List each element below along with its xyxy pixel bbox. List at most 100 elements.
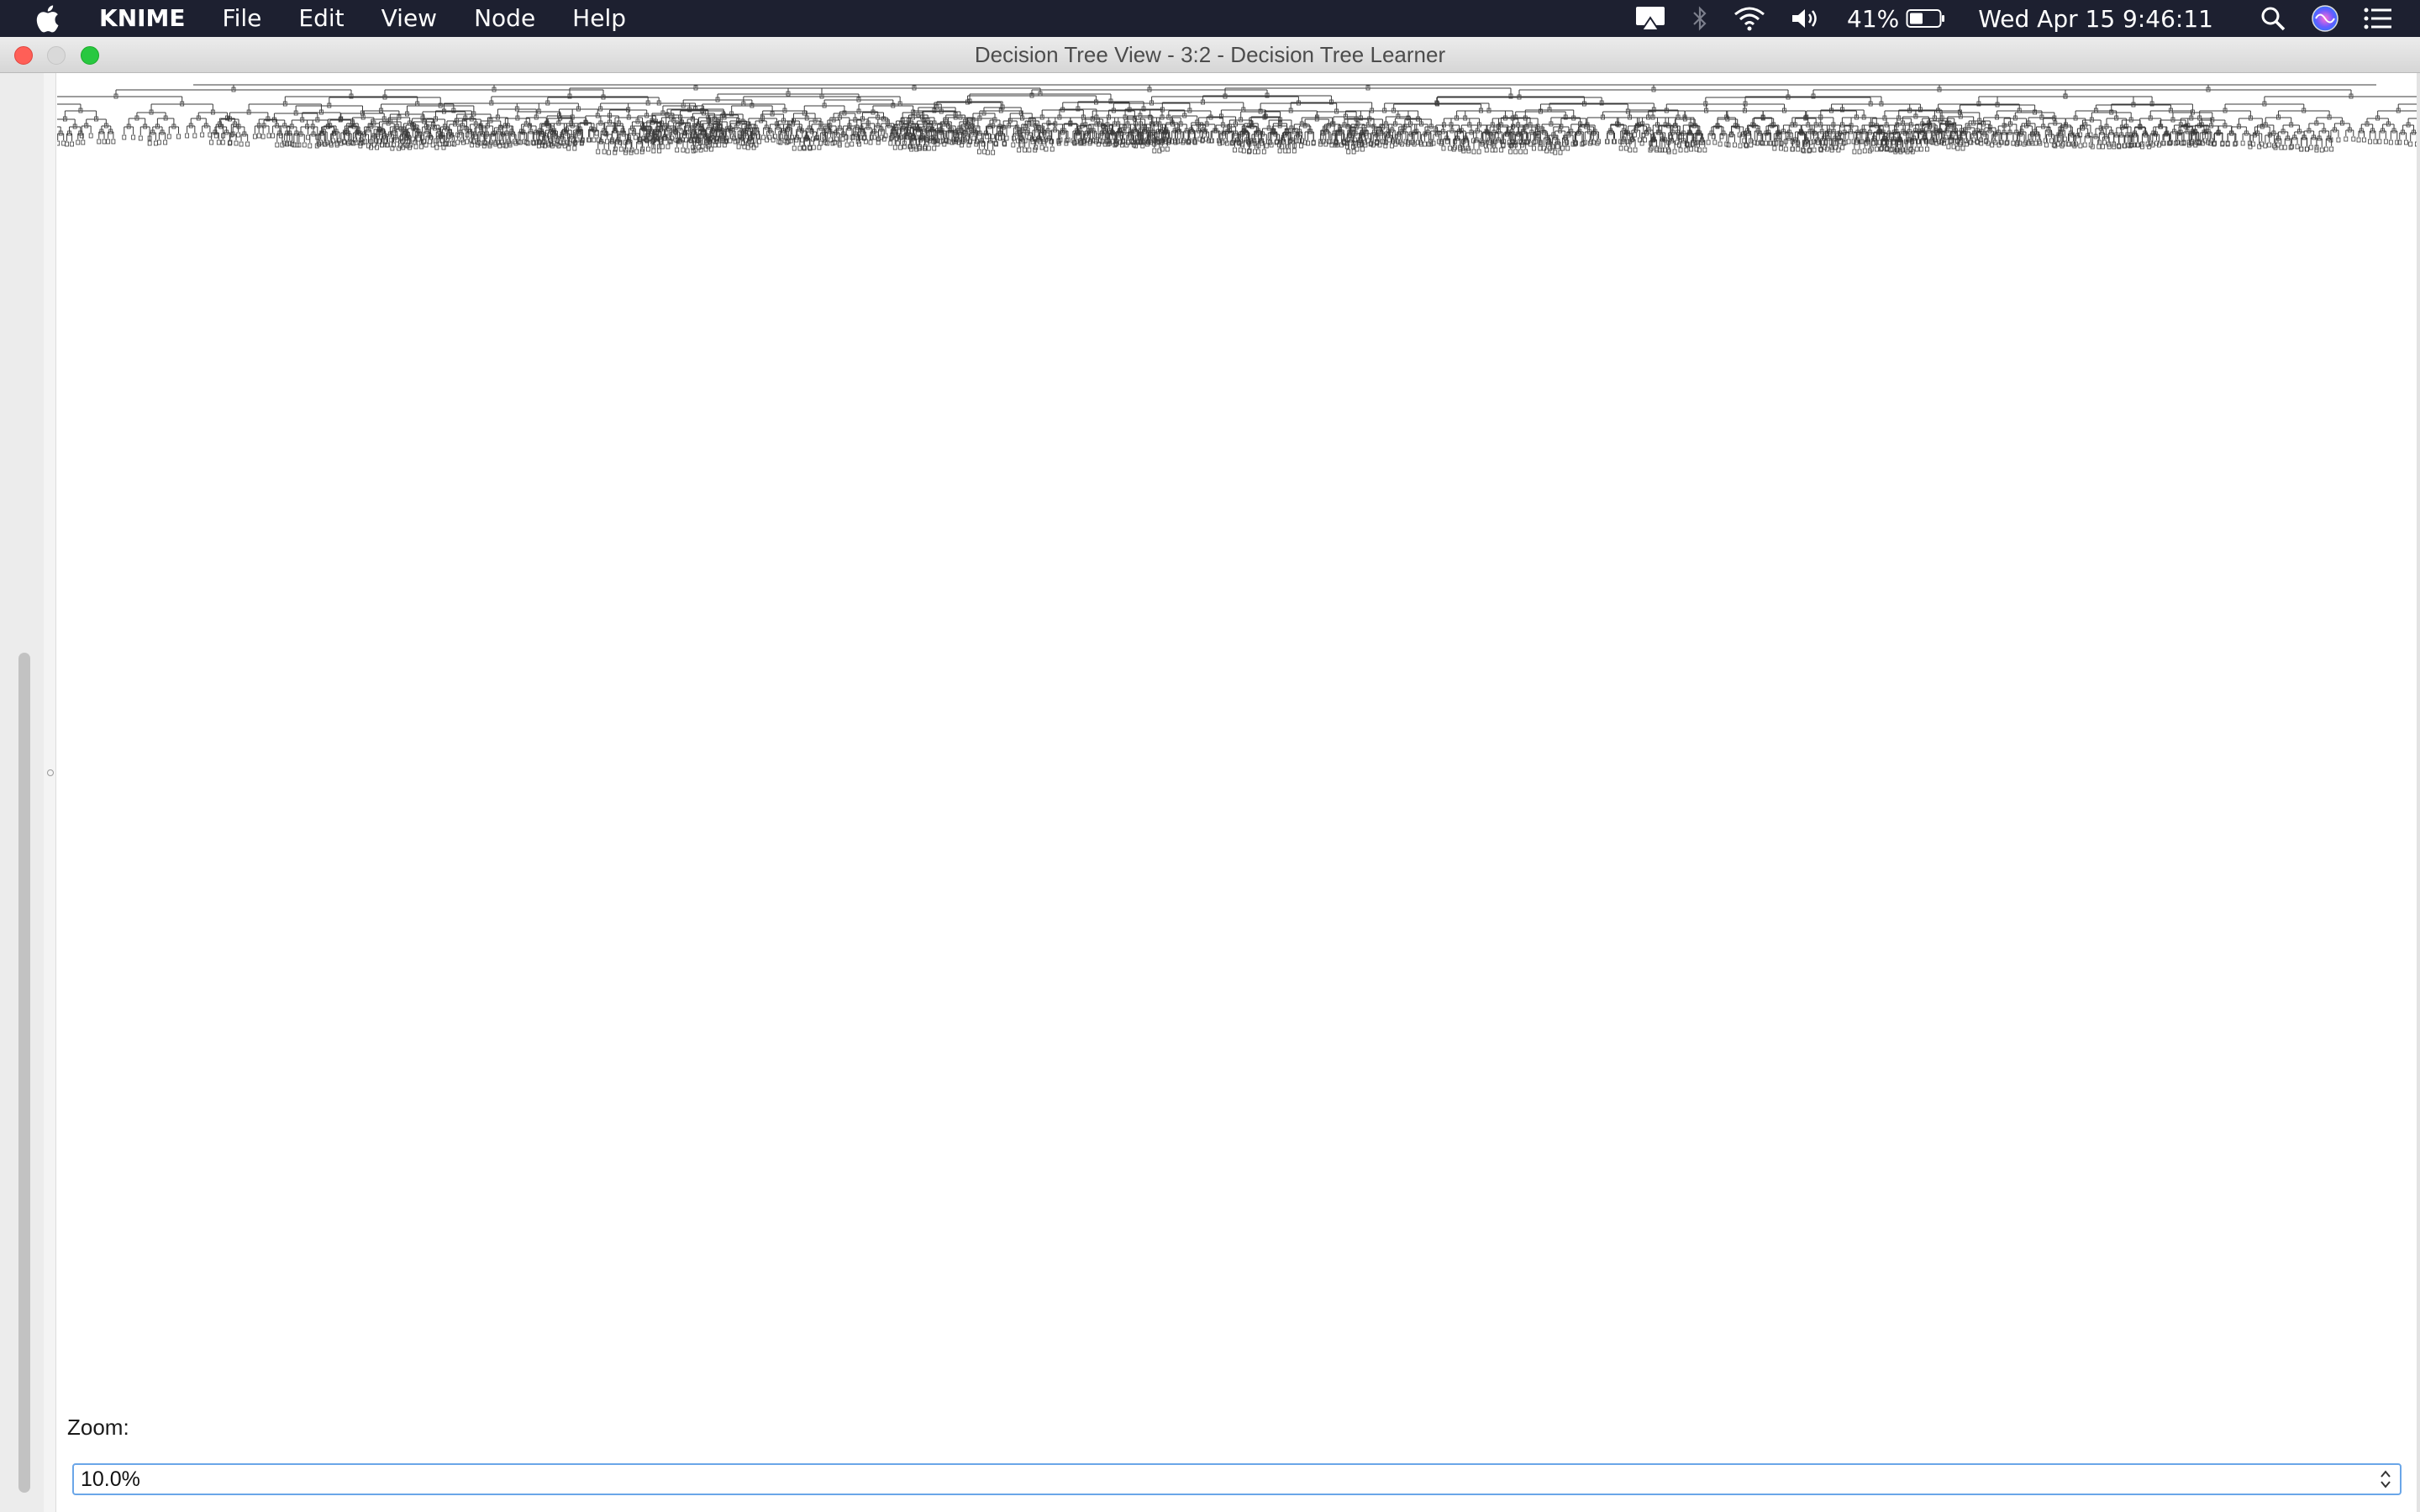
tree-node	[111, 139, 116, 144]
tree-node	[1595, 140, 1600, 146]
tree-node	[817, 144, 822, 150]
tree-node	[209, 139, 214, 145]
battery-percent[interactable]: 41%	[1835, 0, 1902, 37]
tree-node	[157, 139, 161, 145]
tree-node	[185, 133, 190, 139]
tree-node	[1633, 147, 1638, 153]
tree-node	[1774, 140, 1779, 146]
battery-icon[interactable]	[1902, 0, 1958, 37]
tree-node	[106, 139, 111, 144]
notification-center-icon[interactable]	[2351, 0, 2420, 37]
tree-node	[991, 150, 996, 155]
tree-node	[1852, 149, 1857, 155]
tree-node	[1386, 137, 1392, 143]
tree-node	[592, 137, 597, 143]
tree-node	[1779, 145, 1784, 151]
tree-node	[102, 139, 107, 144]
tree-node	[302, 142, 307, 148]
clock-datetime[interactable]: Wed Apr 15 9:46:11	[1958, 0, 2247, 37]
tree-node	[888, 140, 893, 146]
tree-node	[97, 139, 102, 144]
tree-node	[1451, 146, 1456, 152]
tree-node	[1233, 147, 1237, 153]
tree-node	[76, 139, 81, 145]
tree-node	[797, 145, 802, 151]
tree-node	[844, 142, 850, 148]
tree-node	[660, 144, 665, 150]
apple-icon[interactable]	[30, 0, 64, 37]
tree-node	[1286, 148, 1292, 154]
tree-node	[1924, 146, 1929, 152]
volume-icon[interactable]	[1778, 0, 1835, 37]
menu-edit[interactable]: Edit	[280, 0, 362, 37]
tree-node	[65, 141, 69, 147]
tree-node	[1771, 140, 1776, 146]
tree-node	[1261, 149, 1266, 155]
tree-node	[1508, 149, 1513, 155]
tree-node	[1448, 145, 1452, 151]
divider-grip-icon	[47, 769, 54, 776]
tree-node	[1050, 146, 1055, 152]
window-title: Decision Tree View - 3:2 - Decision Tree…	[974, 42, 1446, 67]
tree-node	[1039, 144, 1044, 150]
tree-node	[1439, 140, 1444, 146]
menu-app-name[interactable]: KNIME	[89, 0, 204, 37]
tree-node	[166, 134, 171, 139]
tree-node	[1675, 139, 1680, 145]
tree-node	[1419, 141, 1423, 147]
tree-node	[256, 133, 261, 139]
tree-node	[271, 133, 275, 139]
tree-node	[1783, 146, 1788, 152]
tree-node	[1152, 148, 1157, 154]
tree-node	[1772, 145, 1777, 151]
tree-node	[1565, 145, 1570, 151]
tree-node	[1241, 148, 1246, 154]
tree-node	[154, 140, 158, 146]
split-pane-divider[interactable]	[44, 73, 56, 1512]
airplay-icon[interactable]	[1622, 0, 1679, 37]
tree-node	[220, 139, 225, 145]
menu-node[interactable]: Node	[455, 0, 554, 37]
tree-node	[1618, 145, 1623, 151]
menu-help[interactable]: Help	[554, 0, 644, 37]
tree-node	[138, 135, 143, 141]
tree-node	[266, 133, 271, 139]
tree-node	[1011, 142, 1016, 148]
tree-node	[1702, 147, 1707, 153]
tree-node	[991, 134, 995, 139]
tree-node	[1553, 150, 1558, 155]
left-scrollbar-thumb[interactable]	[18, 653, 30, 1493]
menu-view[interactable]: View	[363, 0, 455, 37]
left-panel	[0, 73, 45, 1512]
tree-node	[163, 139, 168, 145]
window-title-bar[interactable]: Decision Tree View - 3:2 - Decision Tree…	[0, 37, 2420, 73]
tree-node	[245, 141, 250, 147]
tree-node	[1518, 149, 1523, 155]
bluetooth-icon[interactable]	[1679, 0, 1721, 37]
menu-file[interactable]: File	[204, 0, 281, 37]
siri-icon[interactable]	[2299, 0, 2351, 37]
tree-node	[1346, 149, 1351, 155]
tree-node	[1532, 145, 1536, 151]
tree-node	[1264, 143, 1269, 149]
tree-node	[1292, 148, 1297, 154]
tree-node	[566, 145, 571, 151]
tree-node	[587, 137, 592, 143]
tree-node	[1684, 147, 1689, 153]
decision-tree-canvas[interactable]	[57, 73, 2418, 1400]
spotlight-search-icon[interactable]	[2247, 0, 2299, 37]
wifi-icon[interactable]	[1721, 0, 1778, 37]
tree-node	[1628, 147, 1633, 153]
tree-node	[895, 140, 900, 146]
tree-node	[1918, 146, 1923, 152]
tree-node	[1796, 146, 1801, 152]
tree-node	[57, 140, 60, 146]
tree-node	[728, 138, 733, 144]
tree-node	[1023, 147, 1027, 153]
tree-node	[1255, 149, 1260, 155]
tree-node	[618, 146, 623, 152]
tree-node	[334, 142, 339, 148]
tree-node	[306, 134, 310, 140]
tree-node	[596, 149, 601, 155]
tree-node	[1648, 147, 1653, 153]
